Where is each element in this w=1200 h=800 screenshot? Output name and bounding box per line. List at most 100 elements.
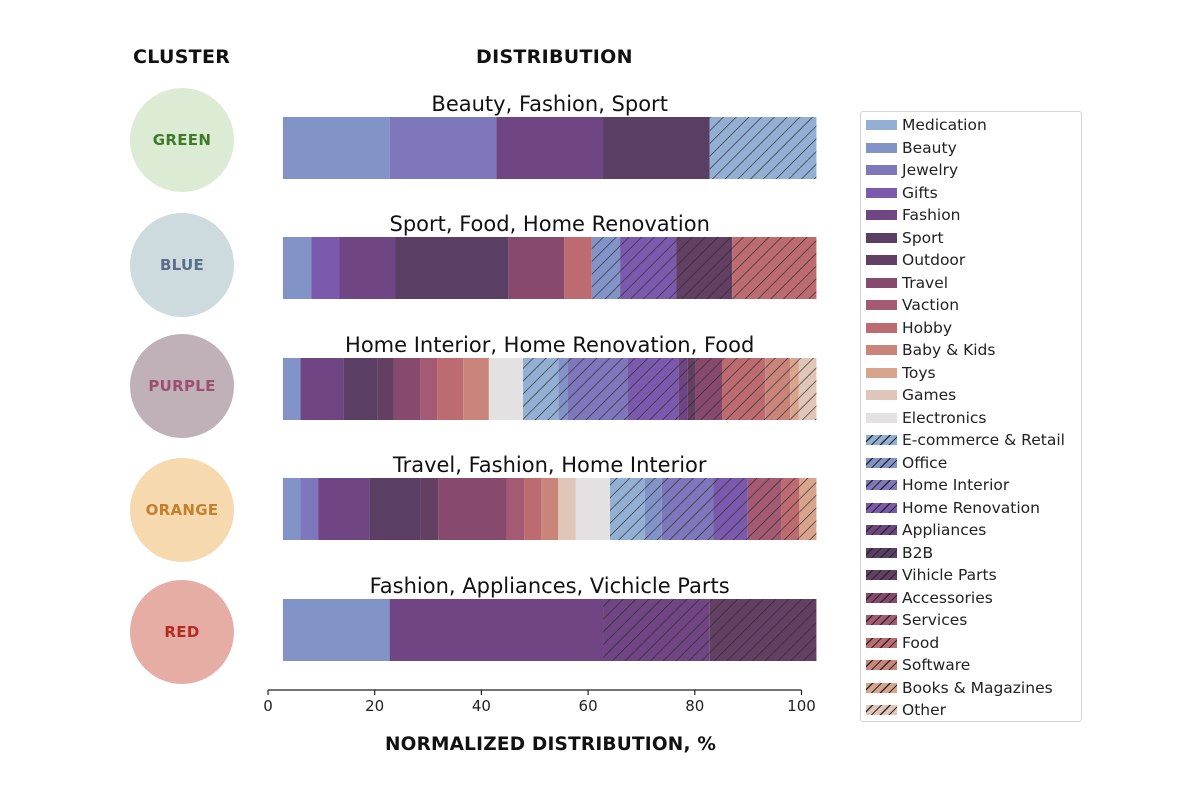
legend-label: Services: [902, 611, 968, 629]
legend-swatch: [866, 570, 897, 580]
bar-segment-food: [781, 478, 800, 540]
legend-label: Fashion: [902, 206, 961, 224]
legend-item: Vihicle Parts: [866, 565, 997, 585]
legend-swatch: [866, 277, 897, 288]
legend-swatch: [866, 480, 897, 490]
bar-segment-food: [722, 358, 766, 420]
legend-label: Accessories: [902, 588, 993, 607]
legend-swatch: [866, 165, 897, 175]
bar-segment-other: [798, 358, 817, 420]
legend-label: Travel: [902, 273, 949, 292]
bar-segment-sport: [395, 237, 509, 299]
bar-red: Fashion, Appliances, Vichicle Parts: [282, 574, 817, 661]
legend-item: Services: [866, 610, 967, 630]
legend-item: Beauty: [866, 138, 957, 158]
bar-segment-appliances: [603, 599, 710, 661]
x-tick-label: 40: [472, 697, 491, 715]
legend-swatch: [866, 300, 897, 310]
legend-swatch: [866, 412, 897, 423]
legend-label: Home Renovation: [902, 498, 1040, 517]
legend-label: Food: [902, 633, 940, 652]
x-tick-label: 80: [685, 697, 704, 715]
legend-item: Hobby: [866, 318, 952, 338]
bar-segment-fashion: [496, 117, 604, 179]
bar-segment-office: [558, 358, 568, 420]
bar-segment-home-renovation: [627, 358, 679, 420]
bar-segment-e-commerce-retail: [523, 358, 559, 420]
legend-label: Electronics: [902, 408, 987, 427]
legend-label: Office: [902, 453, 948, 472]
legend-item: Jewelry: [866, 160, 958, 180]
legend-item: Sport: [866, 228, 944, 248]
bar-segment-e-commerce-retail: [609, 478, 645, 540]
bar-segment-hobby: [564, 237, 592, 299]
legend-swatch: [866, 120, 897, 130]
bar-title: Home Interior, Home Renovation, Food: [345, 333, 754, 357]
bar-title: Travel, Fashion, Home Interior: [392, 453, 707, 477]
legend-swatch: [866, 637, 897, 648]
legend-swatch: [866, 435, 897, 445]
bar-segment-vihicle-parts: [687, 358, 696, 420]
bar-segment-office: [644, 478, 662, 540]
bar-segment-home-interior: [661, 478, 714, 540]
bar-segment-outdoor: [377, 358, 394, 420]
bar-segment-food: [732, 237, 817, 299]
bar-segment-jewelry: [389, 117, 497, 179]
bar-segment-beauty: [282, 478, 301, 540]
legend-label: Home Interior: [902, 476, 1010, 494]
bar-purple: Home Interior, Home Renovation, Food: [282, 333, 817, 420]
bar-segment-jewelry: [300, 478, 319, 540]
legend-swatch: [866, 210, 897, 220]
legend-label: Books & Magazines: [902, 678, 1053, 697]
bar-segment-gifts: [311, 237, 340, 299]
legend-item: Outdoor: [866, 250, 965, 270]
bar-segment-baby-kids: [541, 478, 559, 540]
bar-segment-accessories: [695, 358, 723, 420]
legend-item: Books & Magazines: [866, 678, 1053, 698]
legend-label: Software: [902, 656, 971, 674]
legend-swatch: [866, 705, 897, 715]
x-tick-label: 20: [365, 697, 384, 715]
bar-segment-home-renovation: [713, 478, 748, 540]
legend-item: B2B: [866, 543, 933, 563]
bar-segment-fashion: [339, 237, 396, 299]
legend-swatch: [866, 390, 897, 400]
legend-label: Games: [902, 386, 957, 404]
legend-item: Food: [866, 633, 939, 653]
legend-label: Outdoor: [902, 251, 966, 269]
legend-item: Travel: [866, 273, 948, 293]
legend-label: Toys: [902, 363, 936, 382]
bar-segment-books-magazines: [799, 478, 817, 540]
legend-label: Other: [902, 701, 947, 719]
bar-segment-office: [591, 237, 621, 299]
legend-item: E-commerce & Retail: [866, 430, 1065, 450]
legend-item: Accessories: [866, 588, 993, 608]
bar-segment-software: [765, 358, 791, 420]
bar-segment-electronics: [575, 478, 610, 540]
legend-item: Electronics: [866, 408, 986, 428]
x-tick-label: 100: [787, 697, 816, 715]
legend-swatch: [866, 502, 897, 513]
legend-swatch: [866, 367, 897, 378]
legend-swatch: [866, 187, 897, 198]
x-axis-title: NORMALIZED DISTRIBUTION, %: [385, 734, 717, 755]
bar-segment-fashion: [300, 358, 344, 420]
bar-segment-fashion: [318, 478, 370, 540]
bar-segment-vihicle-parts: [676, 237, 733, 299]
bar-segment-vaction: [506, 478, 525, 540]
legend-swatch: [866, 255, 897, 265]
bar-segment-electronics: [488, 358, 524, 420]
legend-label: Appliances: [902, 521, 987, 539]
bar-segment-appliances: [678, 358, 688, 420]
legend-label: Vaction: [902, 296, 960, 314]
bar-segment-services: [747, 478, 782, 540]
legend-label: Medication: [902, 116, 987, 134]
bar-segment-home-interior: [567, 358, 628, 420]
bar-segment-home-renovation: [620, 237, 677, 299]
legend-swatch: [866, 525, 897, 535]
bar-segment-baby-kids: [463, 358, 489, 420]
bar-segment-travel: [508, 237, 565, 299]
legend-item: Fashion: [866, 205, 961, 225]
bar-blue: Sport, Food, Home Renovation: [282, 212, 817, 299]
x-tick-label: 0: [263, 697, 273, 715]
